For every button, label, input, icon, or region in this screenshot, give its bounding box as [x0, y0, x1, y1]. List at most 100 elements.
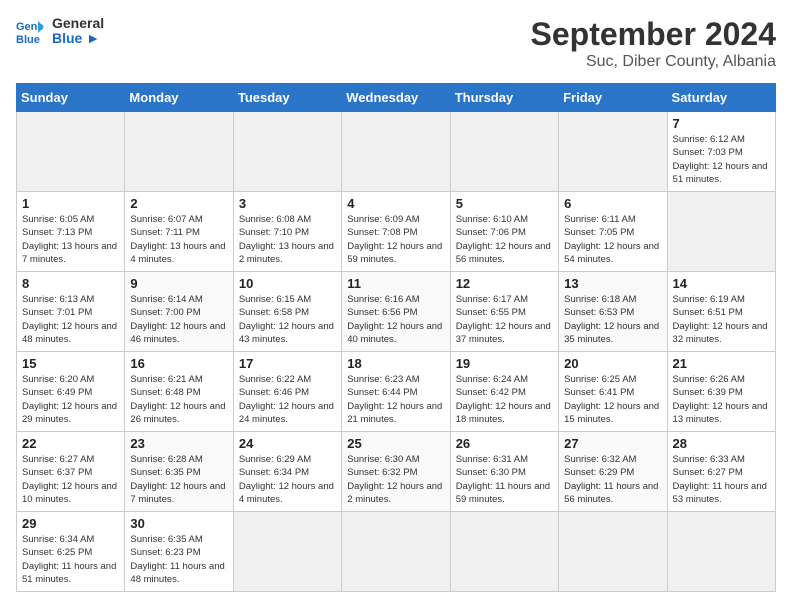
day-detail: Sunrise: 6:09 AMSunset: 7:08 PMDaylight:… — [347, 213, 444, 266]
day-number: 1 — [22, 196, 119, 211]
calendar-day-cell: 20 Sunrise: 6:25 AMSunset: 6:41 PMDayligh… — [559, 352, 667, 432]
day-number: 3 — [239, 196, 336, 211]
day-detail: Sunrise: 6:34 AMSunset: 6:25 PMDaylight:… — [22, 533, 119, 586]
calendar-day-cell: 14 Sunrise: 6:19 AMSunset: 6:51 PMDayligh… — [667, 272, 775, 352]
calendar-table: SundayMondayTuesdayWednesdayThursdayFrid… — [16, 83, 776, 592]
calendar-day-cell: 8Sunrise: 6:13 AMSunset: 7:01 PMDaylight… — [17, 272, 125, 352]
weekday-header-tuesday: Tuesday — [233, 84, 341, 112]
calendar-day-cell: 23 Sunrise: 6:28 AMSunset: 6:35 PMDayligh… — [125, 432, 233, 512]
month-title: September 2024 — [531, 16, 776, 53]
calendar-day-cell: 6 Sunrise: 6:11 AMSunset: 7:05 PMDaylight… — [559, 192, 667, 272]
calendar-week-row: 8Sunrise: 6:13 AMSunset: 7:01 PMDaylight… — [17, 272, 776, 352]
day-detail: Sunrise: 6:25 AMSunset: 6:41 PMDaylight:… — [564, 373, 661, 426]
day-detail: Sunrise: 6:17 AMSunset: 6:55 PMDaylight:… — [456, 293, 553, 346]
day-number: 20 — [564, 356, 661, 371]
day-detail: Sunrise: 6:35 AMSunset: 6:23 PMDaylight:… — [130, 533, 227, 586]
weekday-header-row: SundayMondayTuesdayWednesdayThursdayFrid… — [17, 84, 776, 112]
title-area: September 2024 Suc, Diber County, Albani… — [531, 16, 776, 71]
day-number: 24 — [239, 436, 336, 451]
calendar-week-row: 22 Sunrise: 6:27 AMSunset: 6:37 PMDayligh… — [17, 432, 776, 512]
day-detail: Sunrise: 6:32 AMSunset: 6:29 PMDaylight:… — [564, 453, 661, 506]
day-number: 12 — [456, 276, 553, 291]
calendar-day-cell — [342, 112, 450, 192]
day-detail: Sunrise: 6:13 AMSunset: 7:01 PMDaylight:… — [22, 293, 119, 346]
logo: General Blue General Blue ► — [16, 16, 104, 47]
day-detail: Sunrise: 6:23 AMSunset: 6:44 PMDaylight:… — [347, 373, 444, 426]
calendar-day-cell: 1 Sunrise: 6:05 AMSunset: 7:13 PMDaylight… — [17, 192, 125, 272]
day-number: 27 — [564, 436, 661, 451]
calendar-day-cell — [450, 512, 558, 592]
day-number: 23 — [130, 436, 227, 451]
logo-icon: General Blue — [16, 17, 44, 45]
calendar-day-cell: 19Sunrise: 6:24 AMSunset: 6:42 PMDayligh… — [450, 352, 558, 432]
day-number: 29 — [22, 516, 119, 531]
day-number: 18 — [347, 356, 444, 371]
day-number: 21 — [673, 356, 770, 371]
day-detail: Sunrise: 6:15 AMSunset: 6:58 PMDaylight:… — [239, 293, 336, 346]
day-number: 6 — [564, 196, 661, 211]
day-number: 7 — [673, 116, 770, 131]
day-number: 10 — [239, 276, 336, 291]
location-subtitle: Suc, Diber County, Albania — [531, 53, 776, 71]
day-detail: Sunrise: 6:12 AMSunset: 7:03 PMDaylight:… — [673, 133, 770, 186]
calendar-week-row: 29 Sunrise: 6:34 AMSunset: 6:25 PMDayligh… — [17, 512, 776, 592]
calendar-day-cell — [450, 112, 558, 192]
day-detail: Sunrise: 6:11 AMSunset: 7:05 PMDaylight:… — [564, 213, 661, 266]
day-number: 25 — [347, 436, 444, 451]
calendar-day-cell — [559, 512, 667, 592]
calendar-day-cell: 26Sunrise: 6:31 AMSunset: 6:30 PMDayligh… — [450, 432, 558, 512]
svg-text:Blue: Blue — [16, 34, 40, 45]
day-detail: Sunrise: 6:07 AMSunset: 7:11 PMDaylight:… — [130, 213, 227, 266]
day-number: 22 — [22, 436, 119, 451]
day-detail: Sunrise: 6:28 AMSunset: 6:35 PMDaylight:… — [130, 453, 227, 506]
calendar-day-cell — [667, 512, 775, 592]
calendar-week-row: 7 Sunrise: 6:12 AMSunset: 7:03 PMDaylight… — [17, 112, 776, 192]
weekday-header-thursday: Thursday — [450, 84, 558, 112]
calendar-day-cell: 22 Sunrise: 6:27 AMSunset: 6:37 PMDayligh… — [17, 432, 125, 512]
weekday-header-friday: Friday — [559, 84, 667, 112]
calendar-week-row: 15Sunrise: 6:20 AMSunset: 6:49 PMDayligh… — [17, 352, 776, 432]
day-number: 28 — [673, 436, 770, 451]
calendar-day-cell: 11Sunrise: 6:16 AMSunset: 6:56 PMDayligh… — [342, 272, 450, 352]
day-detail: Sunrise: 6:29 AMSunset: 6:34 PMDaylight:… — [239, 453, 336, 506]
day-number: 4 — [347, 196, 444, 211]
calendar-day-cell: 24 Sunrise: 6:29 AMSunset: 6:34 PMDayligh… — [233, 432, 341, 512]
day-number: 30 — [130, 516, 227, 531]
day-detail: Sunrise: 6:18 AMSunset: 6:53 PMDaylight:… — [564, 293, 661, 346]
day-detail: Sunrise: 6:24 AMSunset: 6:42 PMDaylight:… — [456, 373, 553, 426]
calendar-day-cell: 28 Sunrise: 6:33 AMSunset: 6:27 PMDayligh… — [667, 432, 775, 512]
day-detail: Sunrise: 6:33 AMSunset: 6:27 PMDaylight:… — [673, 453, 770, 506]
day-detail: Sunrise: 6:20 AMSunset: 6:49 PMDaylight:… — [22, 373, 119, 426]
day-number: 13 — [564, 276, 661, 291]
calendar-day-cell: 3 Sunrise: 6:08 AMSunset: 7:10 PMDaylight… — [233, 192, 341, 272]
day-detail: Sunrise: 6:21 AMSunset: 6:48 PMDaylight:… — [130, 373, 227, 426]
calendar-day-cell: 25 Sunrise: 6:30 AMSunset: 6:32 PMDayligh… — [342, 432, 450, 512]
day-number: 17 — [239, 356, 336, 371]
day-detail: Sunrise: 6:08 AMSunset: 7:10 PMDaylight:… — [239, 213, 336, 266]
calendar-day-cell — [125, 112, 233, 192]
weekday-header-monday: Monday — [125, 84, 233, 112]
day-number: 9 — [130, 276, 227, 291]
day-detail: Sunrise: 6:26 AMSunset: 6:39 PMDaylight:… — [673, 373, 770, 426]
day-number: 5 — [456, 196, 553, 211]
calendar-day-cell: 10 Sunrise: 6:15 AMSunset: 6:58 PMDayligh… — [233, 272, 341, 352]
calendar-day-cell: 21 Sunrise: 6:26 AMSunset: 6:39 PMDayligh… — [667, 352, 775, 432]
calendar-day-cell — [559, 112, 667, 192]
calendar-day-cell: 4 Sunrise: 6:09 AMSunset: 7:08 PMDaylight… — [342, 192, 450, 272]
calendar-day-cell: 30 Sunrise: 6:35 AMSunset: 6:23 PMDayligh… — [125, 512, 233, 592]
calendar-day-cell — [667, 192, 775, 272]
day-number: 26 — [456, 436, 553, 451]
day-detail: Sunrise: 6:27 AMSunset: 6:37 PMDaylight:… — [22, 453, 119, 506]
calendar-day-cell: 5Sunrise: 6:10 AMSunset: 7:06 PMDaylight… — [450, 192, 558, 272]
day-detail: Sunrise: 6:05 AMSunset: 7:13 PMDaylight:… — [22, 213, 119, 266]
day-number: 14 — [673, 276, 770, 291]
calendar-day-cell: 7 Sunrise: 6:12 AMSunset: 7:03 PMDaylight… — [667, 112, 775, 192]
calendar-day-cell — [17, 112, 125, 192]
calendar-day-cell: 29 Sunrise: 6:34 AMSunset: 6:25 PMDayligh… — [17, 512, 125, 592]
calendar-day-cell: 9Sunrise: 6:14 AMSunset: 7:00 PMDaylight… — [125, 272, 233, 352]
day-detail: Sunrise: 6:19 AMSunset: 6:51 PMDaylight:… — [673, 293, 770, 346]
day-number: 2 — [130, 196, 227, 211]
calendar-day-cell: 13 Sunrise: 6:18 AMSunset: 6:53 PMDayligh… — [559, 272, 667, 352]
calendar-day-cell: 27 Sunrise: 6:32 AMSunset: 6:29 PMDayligh… — [559, 432, 667, 512]
day-detail: Sunrise: 6:30 AMSunset: 6:32 PMDaylight:… — [347, 453, 444, 506]
